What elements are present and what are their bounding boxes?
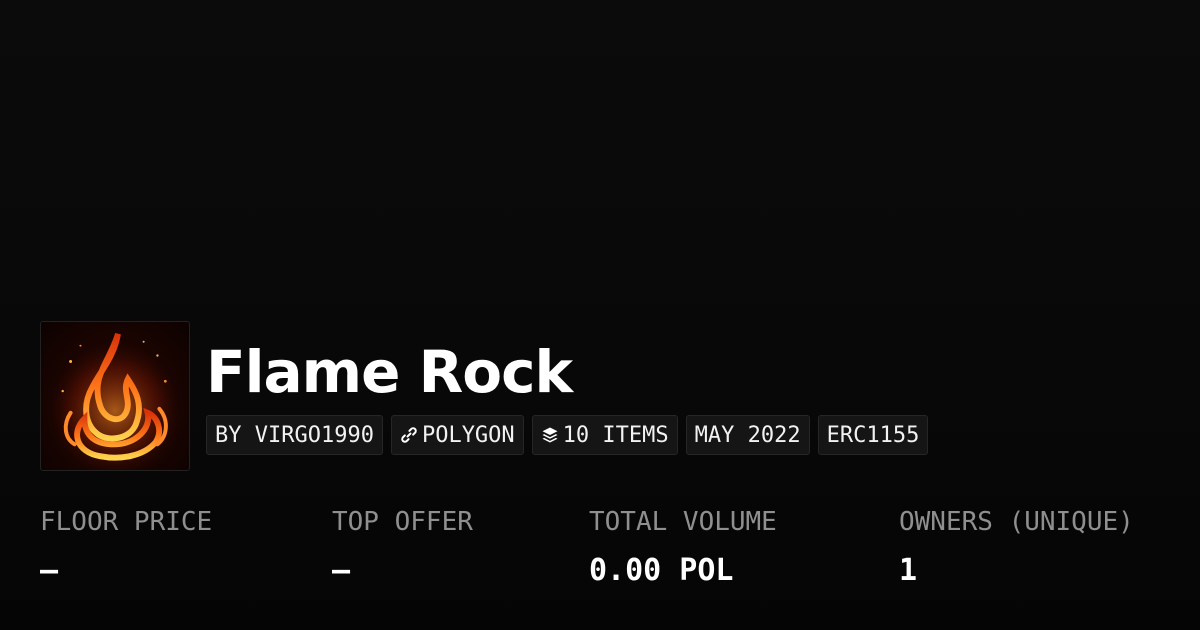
total-volume-stat: TOTAL VOLUME 0.00 POL: [589, 505, 777, 588]
items-label: 10 ITEMS: [562, 422, 669, 448]
total-volume-value: 0.00 POL: [589, 553, 734, 588]
collection-tags: BY VIRGO1990 POLYGON 10 ITEMS MAY 2022 E…: [206, 415, 929, 455]
top-offer-stat: TOP OFFER –: [332, 505, 473, 588]
date-tag: MAY 2022: [685, 415, 810, 455]
standard-label: ERC1155: [826, 422, 920, 448]
floor-price-stat: FLOOR PRICE –: [40, 505, 212, 588]
date-label: MAY 2022: [694, 422, 801, 448]
chain-label: POLYGON: [421, 422, 515, 448]
flame-icon: [41, 322, 189, 470]
items-tag: 10 ITEMS: [531, 415, 678, 455]
collection-card: Flame Rock BY VIRGO1990 POLYGON 10 ITEMS…: [0, 0, 1200, 630]
chain-tag[interactable]: POLYGON: [390, 415, 524, 455]
layers-icon: [541, 426, 559, 444]
creator-label: BY VIRGO1990: [215, 422, 374, 448]
collection-avatar: [40, 321, 190, 471]
owners-value: 1: [899, 553, 918, 588]
floor-price-label: FLOOR PRICE: [40, 507, 213, 537]
floor-price-value: –: [40, 553, 59, 588]
collection-title: Flame Rock: [206, 338, 573, 406]
top-offer-label: TOP OFFER: [332, 507, 473, 537]
standard-tag: ERC1155: [817, 415, 929, 455]
owners-label: OWNERS (UNIQUE): [899, 507, 1134, 537]
polygon-link-icon: [400, 426, 418, 444]
total-volume-label: TOTAL VOLUME: [589, 507, 777, 537]
creator-tag[interactable]: BY VIRGO1990: [206, 415, 383, 455]
top-offer-value: –: [332, 553, 351, 588]
owners-stat: OWNERS (UNIQUE) 1: [899, 505, 1134, 588]
